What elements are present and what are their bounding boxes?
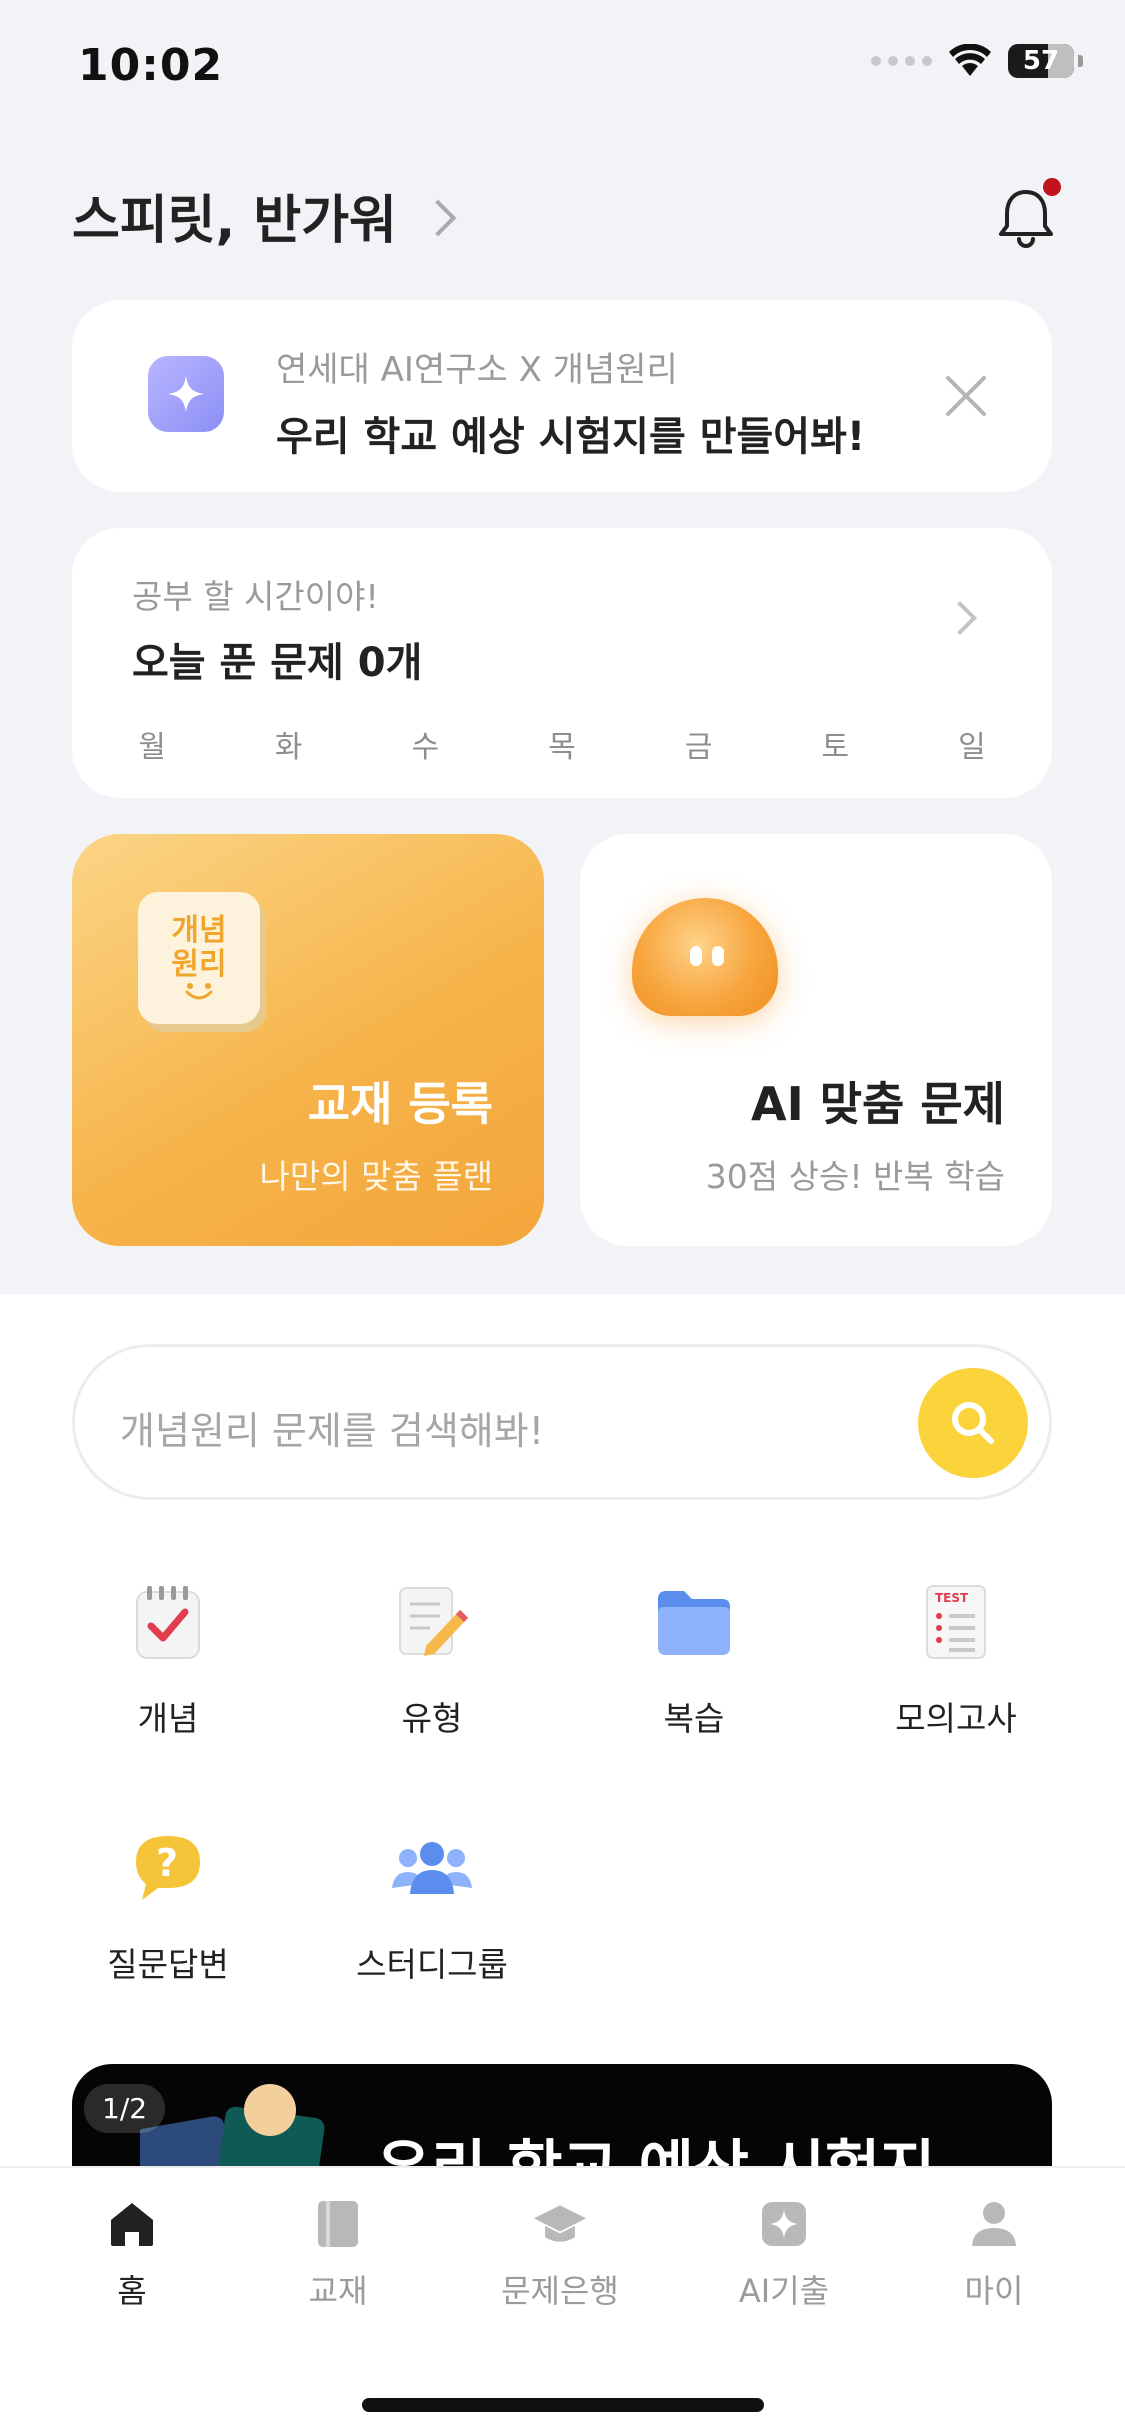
weekday-mon: 월 xyxy=(138,730,166,765)
greeting-text: 스피릿, 반가워 xyxy=(72,191,397,251)
menu-mock-exam[interactable]: TEST 모의고사 xyxy=(856,1580,1056,1740)
chevron-right-icon xyxy=(419,199,457,236)
smile-icon xyxy=(185,983,213,1000)
promo-subtitle: 연세대 AI연구소 X 개념원리 xyxy=(276,350,678,390)
gaenyeom-wonri-logo-icon: 개념 원리 xyxy=(138,892,260,1024)
menu-qna[interactable]: ? 질문답변 xyxy=(68,1826,268,1986)
logo-line-1: 개념 xyxy=(171,913,227,948)
tab-ai-past-exam[interactable]: AI기출 xyxy=(694,2196,874,2312)
menu-label: 스터디그룹 xyxy=(356,1945,508,1984)
menu-label: 개념 xyxy=(137,1699,199,1738)
tab-question-bank[interactable]: 문제은행 xyxy=(470,2196,650,2312)
mascot-eye xyxy=(712,946,724,966)
textbook-card-title: 교재 등록 xyxy=(307,1077,493,1131)
calendar-check-icon xyxy=(126,1580,210,1664)
person-icon xyxy=(966,2196,1022,2252)
svg-text:TEST: TEST xyxy=(935,1591,969,1605)
status-time: 10:02 xyxy=(78,40,224,91)
textbook-card-subtitle: 나만의 맞춤 플랜 xyxy=(259,1157,494,1196)
banner-page-indicator: 1/2 xyxy=(84,2084,166,2133)
menu-review[interactable]: 복습 xyxy=(594,1580,794,1740)
people-group-icon xyxy=(390,1826,474,1910)
search-icon xyxy=(952,1402,994,1444)
question-bubble-icon: ? xyxy=(126,1826,210,1910)
mascot-eye xyxy=(690,946,702,966)
promo-title: 우리 학교 예상 시험지를 만들어봐! xyxy=(276,414,866,460)
notification-badge xyxy=(1043,178,1061,196)
weekday-tue: 화 xyxy=(274,730,303,765)
tab-home[interactable]: 홈 xyxy=(42,2196,222,2312)
weekday-row: 월 화 수 목 금 토 일 xyxy=(132,722,992,766)
study-subtitle: 공부 할 시간이야! xyxy=(132,577,379,616)
test-paper-icon: TEST xyxy=(914,1580,998,1664)
tab-label: 마이 xyxy=(964,2272,1024,2310)
folder-icon xyxy=(652,1580,736,1664)
tab-label: 교재 xyxy=(308,2272,368,2310)
cellular-signal-icon xyxy=(871,56,932,66)
svg-text:?: ? xyxy=(156,1841,178,1885)
close-icon[interactable] xyxy=(944,374,988,418)
weekday-wed: 수 xyxy=(411,730,440,765)
weekday-thu: 목 xyxy=(548,730,576,765)
menu-label: 유형 xyxy=(401,1699,463,1738)
ai-card-title: AI 맞춤 문제 xyxy=(750,1077,1005,1131)
tab-textbook[interactable]: 교재 xyxy=(248,2196,428,2312)
status-indicators: 57 xyxy=(871,44,1083,78)
menu-label: 질문답변 xyxy=(107,1945,229,1984)
document-pencil-icon xyxy=(390,1580,474,1664)
menu-label: 모의고사 xyxy=(895,1699,1017,1738)
graduation-cap-icon xyxy=(532,2196,588,2252)
tab-label: 홈 xyxy=(117,2272,147,2310)
logo-line-2: 원리 xyxy=(171,947,227,982)
menu-study-group[interactable]: 스터디그룹 xyxy=(332,1826,532,1986)
wifi-icon xyxy=(949,44,991,76)
ai-sparkle-icon xyxy=(756,2196,812,2252)
weekday-sat: 토 xyxy=(821,730,850,765)
home-icon xyxy=(104,2196,160,2252)
greeting-link[interactable]: 스피릿, 반가워 xyxy=(72,178,457,253)
menu-type[interactable]: 유형 xyxy=(332,1580,532,1740)
solved-count: 오늘 푼 문제 0개 xyxy=(132,640,423,686)
battery-level: 57 xyxy=(1022,46,1060,76)
tab-my[interactable]: 마이 xyxy=(904,2196,1084,2312)
tab-label: AI기출 xyxy=(738,2272,830,2310)
search-button[interactable] xyxy=(918,1368,1028,1478)
book-icon xyxy=(310,2196,366,2252)
weekday-sun: 일 xyxy=(958,730,986,765)
menu-label: 복습 xyxy=(663,1699,725,1738)
sparkle-icon xyxy=(148,356,224,432)
weekday-fri: 금 xyxy=(684,730,713,765)
battery-icon: 57 xyxy=(1008,44,1074,78)
menu-concept[interactable]: 개념 xyxy=(68,1580,268,1740)
home-indicator[interactable] xyxy=(362,2398,764,2412)
search-placeholder: 개념원리 문제를 검색해봐! xyxy=(120,1409,544,1453)
ai-card-subtitle: 30점 상승! 반복 학습 xyxy=(705,1157,1005,1196)
tab-label: 문제은행 xyxy=(501,2272,619,2310)
